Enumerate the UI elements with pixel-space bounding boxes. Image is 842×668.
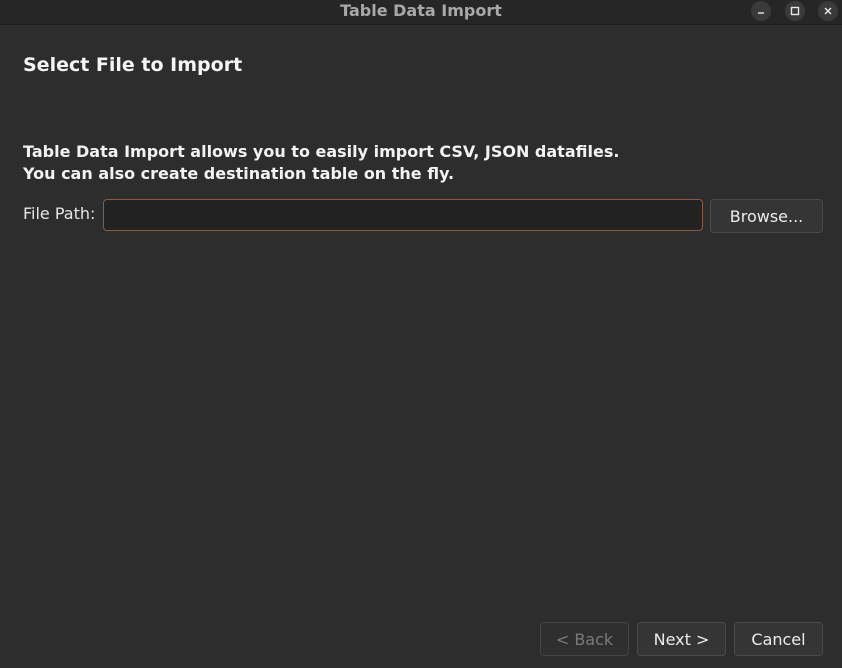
back-button[interactable]: < Back [540, 622, 629, 656]
window-title: Table Data Import [340, 1, 502, 20]
file-path-label: File Path: [23, 204, 96, 223]
next-button[interactable]: Next > [637, 622, 726, 656]
minimize-button[interactable] [751, 1, 771, 21]
browse-button[interactable]: Browse... [710, 199, 823, 233]
file-path-input[interactable] [103, 199, 703, 231]
maximize-icon [790, 6, 800, 16]
cancel-button[interactable]: Cancel [734, 622, 823, 656]
title-bar[interactable]: Table Data Import [0, 0, 842, 25]
close-icon [824, 7, 832, 15]
description: Table Data Import allows you to easily i… [23, 141, 619, 185]
import-wizard-window: Table Data Import Select File to Import … [0, 0, 842, 668]
close-button[interactable] [818, 1, 838, 21]
description-line-1: Table Data Import allows you to easily i… [23, 142, 620, 161]
minimize-icon [758, 12, 764, 14]
description-line-2: You can also create destination table on… [23, 164, 455, 183]
maximize-button[interactable] [785, 1, 805, 21]
page-title: Select File to Import [23, 54, 243, 76]
